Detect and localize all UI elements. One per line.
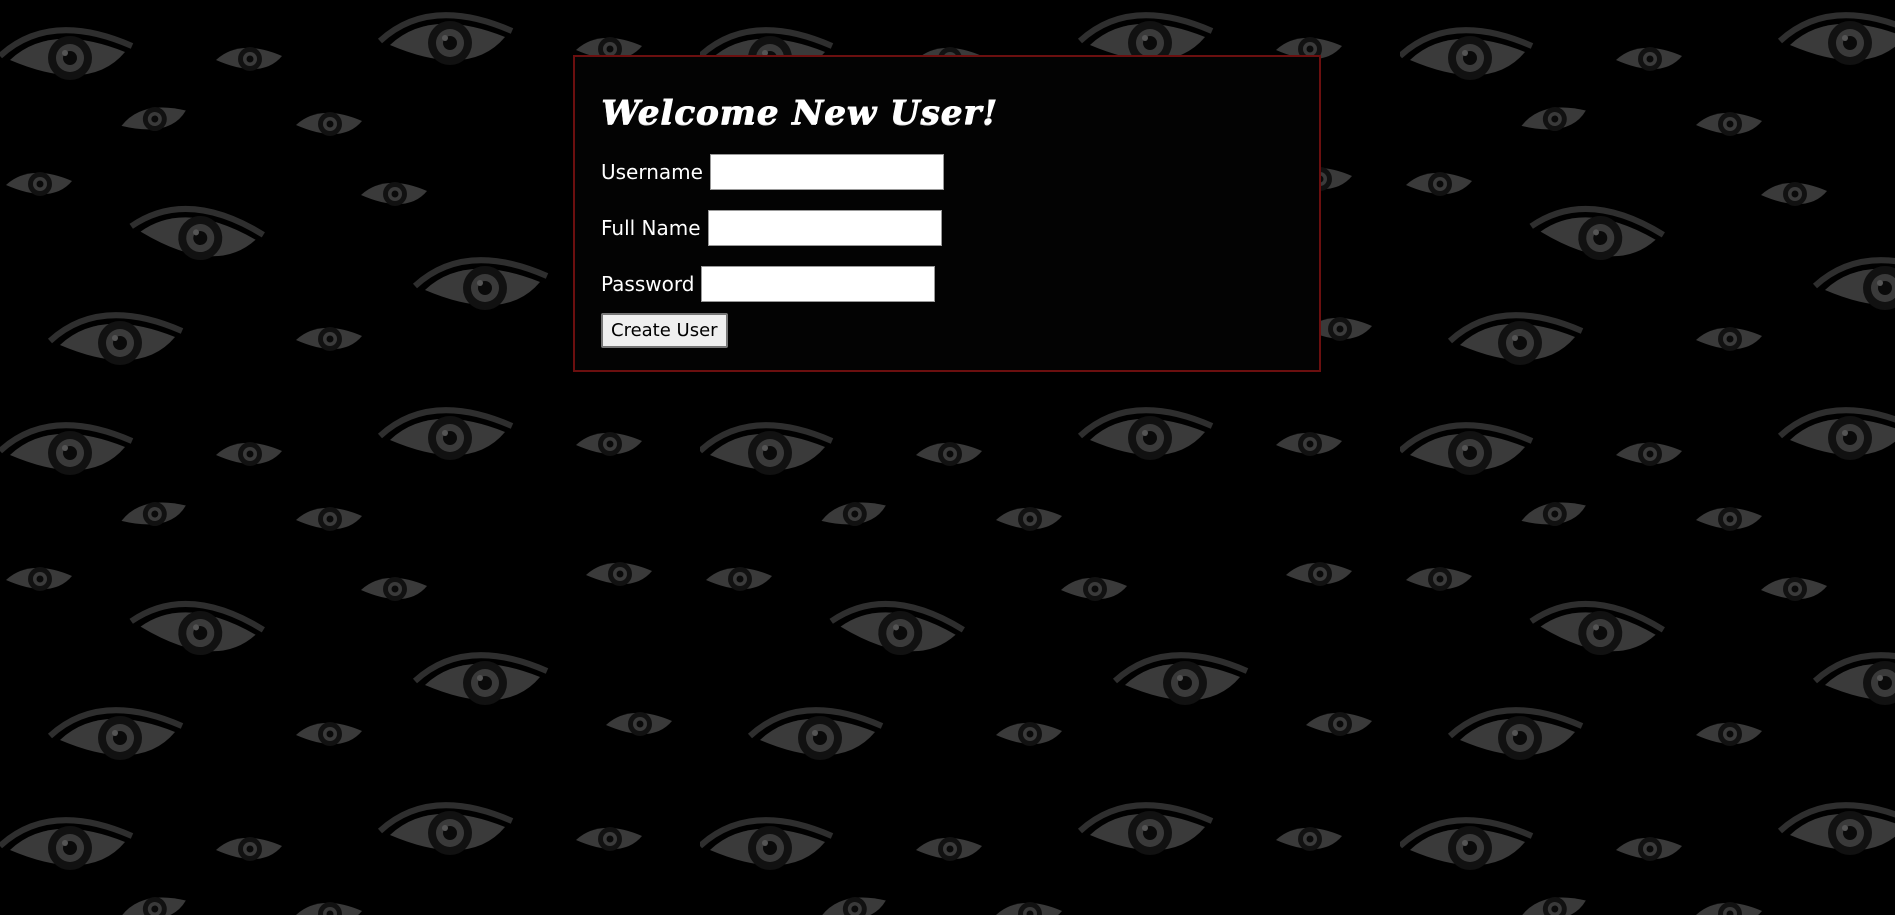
password-row: Password: [601, 265, 936, 303]
password-label: Password: [601, 272, 695, 296]
page-title: Welcome New User!: [601, 93, 998, 133]
username-row: Username: [601, 153, 944, 191]
password-input[interactable]: [701, 266, 936, 302]
fullname-label: Full Name: [601, 216, 701, 240]
create-user-button[interactable]: Create User: [601, 313, 728, 348]
username-label: Username: [601, 160, 703, 184]
new-user-panel: Welcome New User! Username Full Name Pas…: [573, 55, 1321, 372]
fullname-row: Full Name: [601, 209, 942, 247]
username-input[interactable]: [709, 154, 944, 190]
fullname-input[interactable]: [707, 210, 942, 246]
